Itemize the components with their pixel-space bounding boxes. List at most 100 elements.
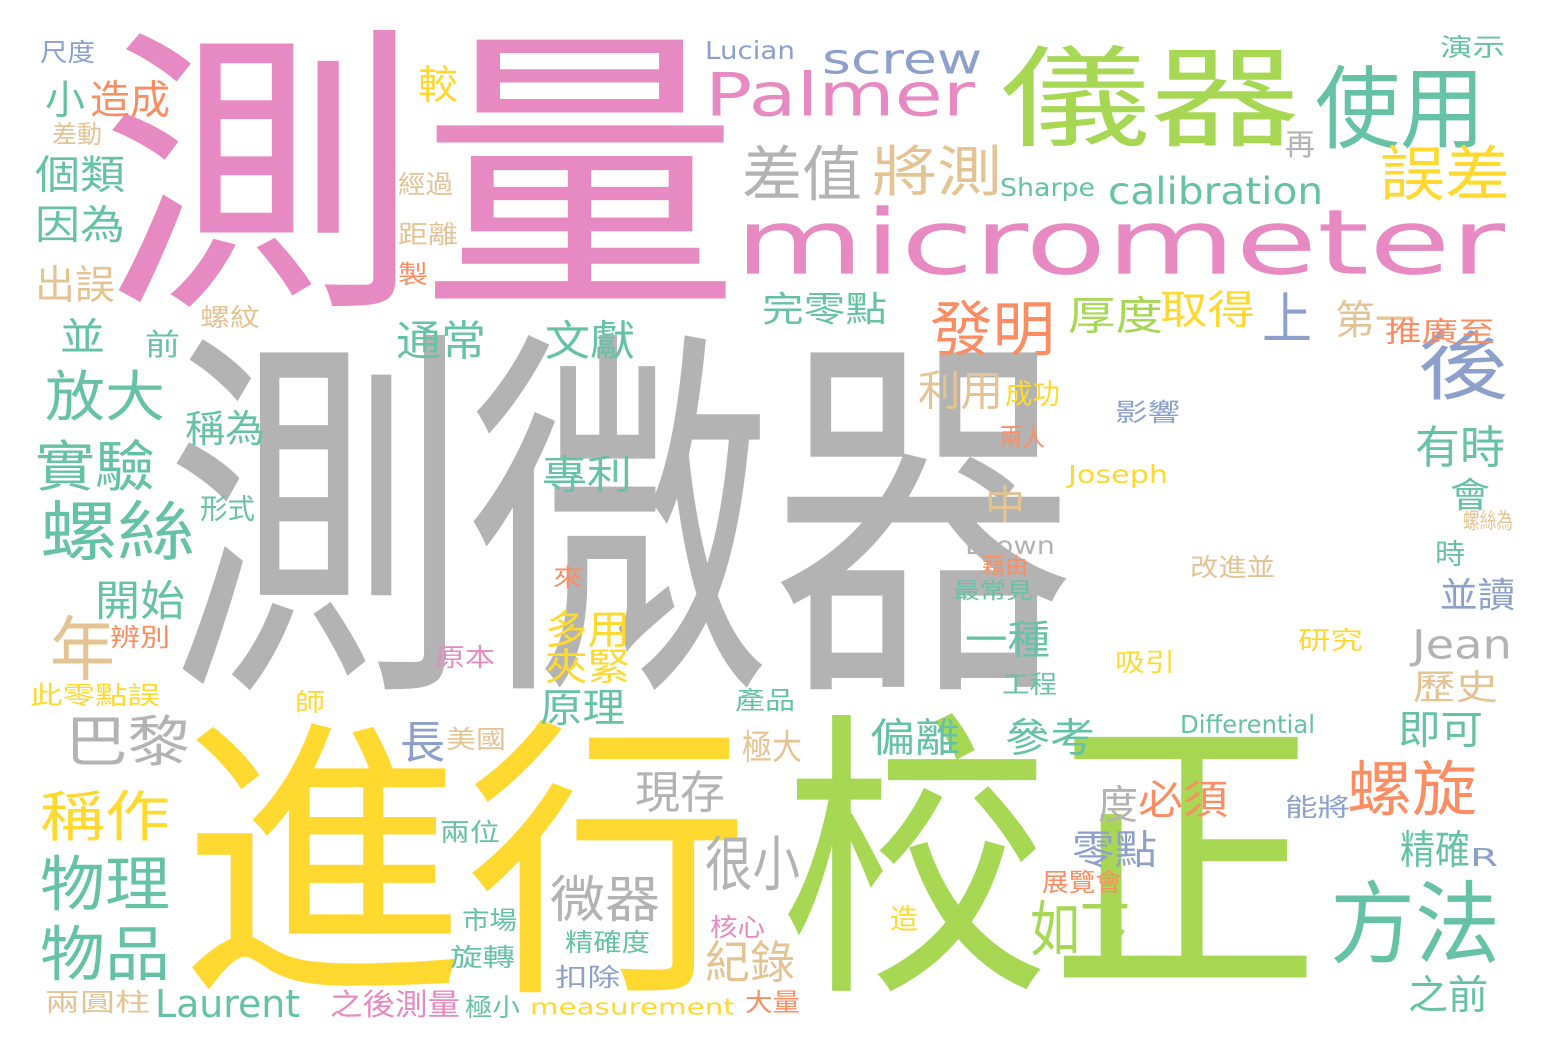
- cloud-word: 有時: [1415, 420, 1505, 474]
- cloud-word: 成功: [1005, 377, 1060, 411]
- cloud-word: 中: [985, 481, 1025, 529]
- cloud-word: 稱作: [40, 785, 170, 850]
- cloud-word: 並: [60, 314, 105, 360]
- cloud-word: 如下: [1030, 894, 1130, 965]
- cloud-word: 巴黎: [65, 710, 190, 775]
- cloud-word: 製: [398, 259, 428, 289]
- cloud-word: 實驗: [35, 435, 155, 500]
- cloud-word: 造: [890, 902, 918, 936]
- cloud-word: 通常: [396, 316, 486, 366]
- cloud-word: 取得: [1160, 286, 1255, 334]
- cloud-word: 微器: [550, 870, 660, 929]
- cloud-word: 方法: [1330, 871, 1500, 978]
- cloud-word: 核心: [710, 912, 765, 942]
- cloud-word: 之前: [1408, 971, 1488, 1019]
- cloud-word: 極小: [465, 992, 520, 1022]
- cloud-word: 較: [418, 61, 458, 109]
- cloud-word: 距離: [398, 219, 458, 249]
- cloud-word: 專利: [542, 451, 632, 499]
- cloud-word: 辨別: [110, 622, 170, 652]
- cloud-word: 原本: [435, 642, 495, 672]
- cloud-word: 完零點: [762, 288, 887, 330]
- cloud-word: 時: [1435, 537, 1465, 571]
- cloud-word: calibration: [1108, 169, 1324, 213]
- cloud-word: Joseph: [1068, 459, 1169, 489]
- cloud-word: 差值: [742, 139, 862, 210]
- cloud-word: Laurent: [155, 981, 301, 1027]
- cloud-word: 夾緊: [545, 644, 630, 690]
- cloud-word: 經過: [398, 169, 453, 199]
- cloud-word: 一種: [965, 616, 1050, 664]
- cloud-word: 很小: [705, 829, 800, 900]
- cloud-word: 參考: [1005, 714, 1095, 762]
- cloud-word: Jean: [1412, 621, 1512, 669]
- cloud-word: 儀器: [1000, 35, 1300, 164]
- cloud-word: 小: [45, 76, 85, 124]
- cloud-word: 上: [1262, 287, 1312, 352]
- cloud-word: 現存: [635, 765, 725, 819]
- cloud-word: 形式: [200, 492, 255, 526]
- cloud-word: 旋轉: [450, 942, 515, 972]
- cloud-word: 之後測量: [330, 987, 460, 1023]
- cloud-word: 師: [295, 687, 325, 717]
- cloud-word: 演示: [1440, 32, 1505, 62]
- cloud-word: 改進並: [1190, 552, 1275, 582]
- cloud-word: 螺旋: [1347, 754, 1477, 825]
- cloud-word: 精確度: [565, 927, 650, 957]
- cloud-word: 精確: [1400, 826, 1470, 874]
- cloud-word: 螺絲: [40, 494, 195, 571]
- cloud-word: 年: [50, 608, 115, 691]
- cloud-word: R: [1470, 842, 1499, 872]
- cloud-word: 紀錄: [705, 935, 795, 989]
- cloud-word: 度: [1098, 781, 1138, 829]
- cloud-word: 藉由: [982, 553, 1028, 579]
- cloud-word: Sharpe: [1000, 172, 1096, 202]
- cloud-word: 物品: [40, 919, 170, 990]
- cloud-word: 尺度: [40, 37, 95, 67]
- cloud-word: 個類: [35, 151, 125, 199]
- cloud-word: 來: [553, 562, 583, 592]
- cloud-word: Differential: [1180, 709, 1316, 739]
- cloud-word: 出誤: [35, 261, 115, 309]
- cloud-word: 差動: [52, 119, 102, 149]
- cloud-word: 推廣至: [1385, 315, 1495, 349]
- cloud-word: 極大: [742, 726, 802, 768]
- cloud-word: 必須: [1138, 776, 1228, 824]
- cloud-word: 影響: [1115, 397, 1180, 427]
- cloud-word: 產品: [735, 685, 795, 715]
- cloud-word: 市場: [462, 905, 517, 935]
- cloud-word: 因為: [35, 201, 125, 249]
- cloud-word: 螺絲為: [1463, 508, 1513, 534]
- cloud-word: 造成: [90, 76, 170, 124]
- cloud-word: 利用: [918, 366, 1003, 416]
- cloud-word: 並讀: [1440, 574, 1515, 616]
- cloud-word: 發明: [930, 294, 1055, 365]
- cloud-word: 厚度: [1068, 292, 1163, 340]
- cloud-word: 將測: [872, 140, 1002, 205]
- cloud-word: 零點: [1072, 826, 1157, 874]
- cloud-word: 偏離: [870, 714, 960, 762]
- cloud-word: 最常見: [953, 578, 1033, 604]
- cloud-word: 展覽會: [1042, 867, 1122, 897]
- cloud-word: 能將: [1285, 792, 1350, 822]
- cloud-word: 長: [400, 715, 445, 769]
- cloud-word: 誤差: [1380, 139, 1510, 210]
- cloud-word: 前: [145, 327, 180, 363]
- cloud-word: 螺紋: [200, 302, 260, 332]
- cloud-word: 兩圓柱: [45, 987, 150, 1017]
- cloud-word: 工程: [1002, 669, 1057, 699]
- cloud-word: 稱為: [185, 406, 265, 452]
- cloud-word: 歷史: [1413, 666, 1498, 708]
- cloud-word: 研究: [1298, 625, 1363, 655]
- cloud-word: 兩位: [440, 817, 500, 847]
- word-cloud: 測微器 測量 進行 校正 micrometer 儀器 Palmer 使用 screw 差值 將測 誤差…: [0, 0, 1548, 1052]
- cloud-word: 兩人: [1000, 422, 1045, 452]
- cloud-word: 即可: [1398, 706, 1483, 754]
- cloud-word: 大量: [745, 987, 800, 1017]
- cloud-word: measurement: [530, 994, 735, 1020]
- cloud-word: 吸引: [1115, 647, 1175, 677]
- cloud-word: 原理: [540, 684, 625, 732]
- cloud-word: 再: [1285, 127, 1315, 163]
- cloud-word: 物理: [40, 849, 170, 920]
- cloud-word: Lucian: [705, 35, 795, 65]
